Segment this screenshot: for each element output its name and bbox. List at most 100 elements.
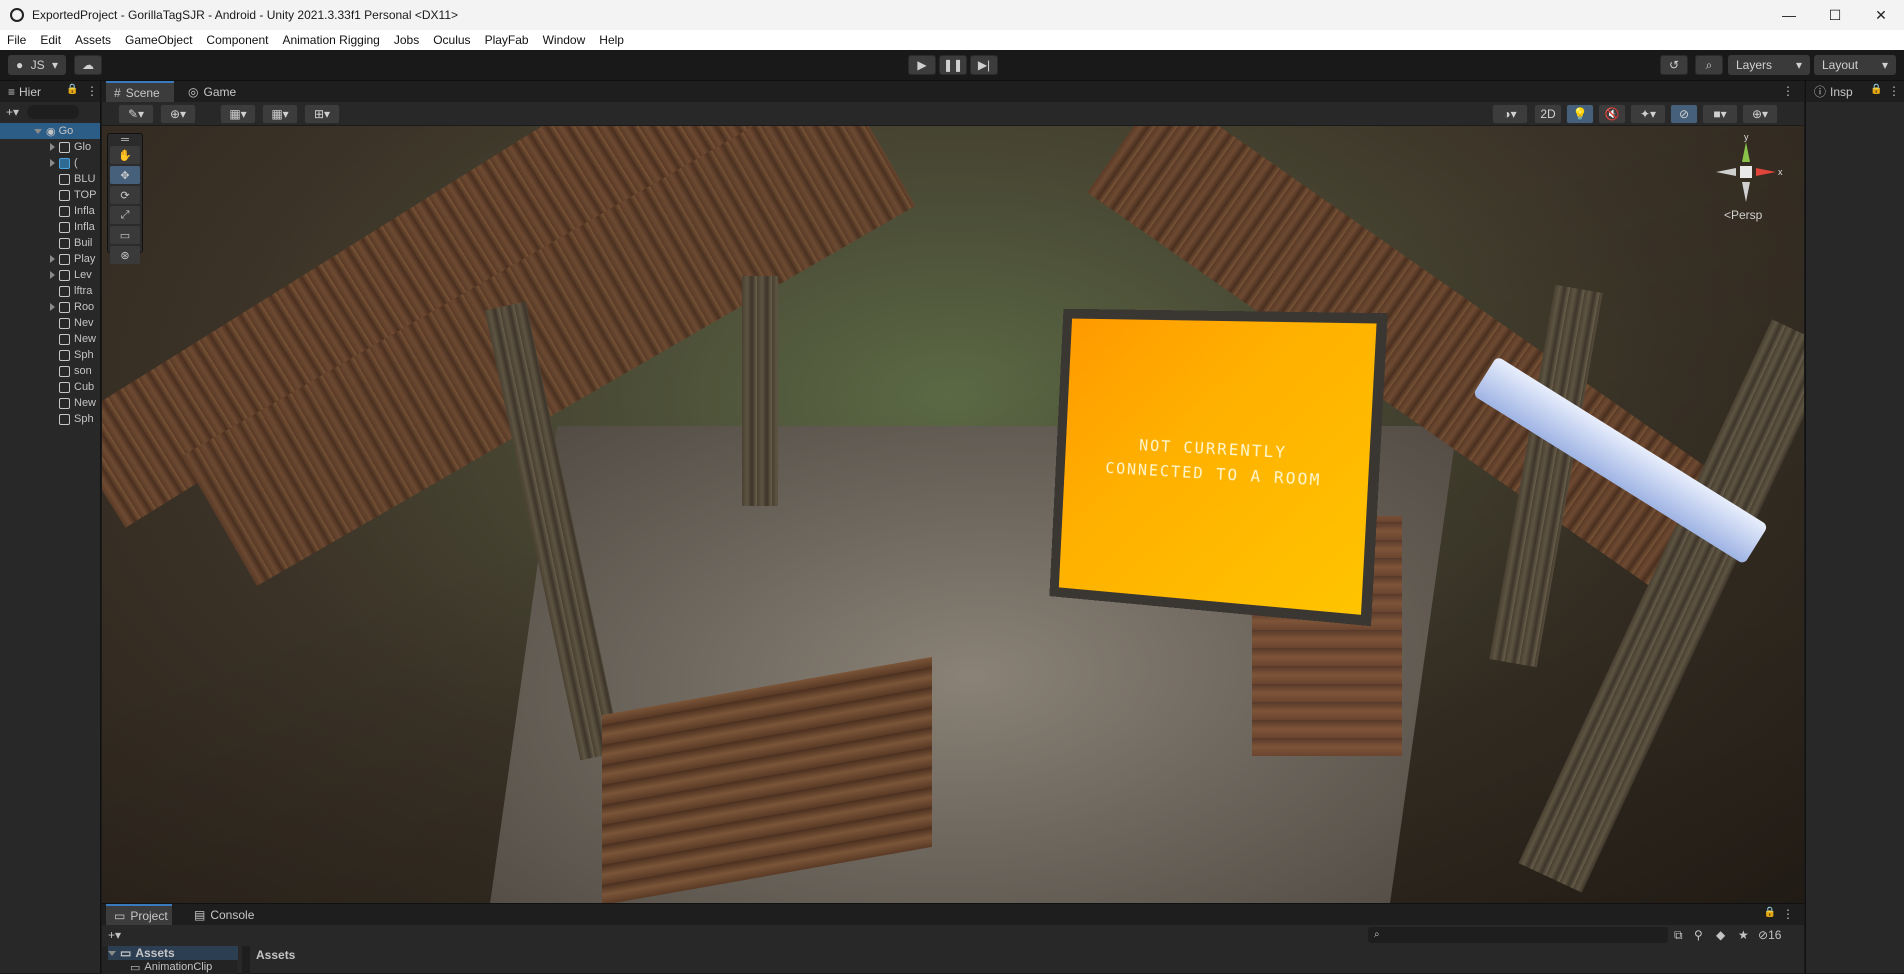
expand-icon[interactable]	[50, 303, 55, 311]
menu-jobs[interactable]: Jobs	[387, 30, 426, 50]
rect-tool-button[interactable]: ▭	[110, 226, 140, 244]
list-item[interactable]: Sph	[0, 347, 100, 363]
hand-tool-button[interactable]: ✋	[110, 146, 140, 164]
scene-root-row[interactable]: ◉ Go	[0, 123, 100, 139]
scene-visibility-toggle[interactable]: ⊘	[1670, 104, 1698, 124]
rotate-tool-button[interactable]: ⟳	[110, 186, 140, 204]
list-item[interactable]: Buil	[0, 235, 100, 251]
pause-button[interactable]: ❚❚	[939, 55, 967, 75]
menu-assets[interactable]: Assets	[68, 30, 118, 50]
hierarchy-search-input[interactable]	[27, 105, 80, 119]
tab-console[interactable]: ▤ Console	[186, 904, 266, 925]
menu-playfab[interactable]: PlayFab	[478, 30, 536, 50]
grid-snapping-button[interactable]: ▦▾	[220, 104, 256, 124]
history-button[interactable]: ↺	[1660, 55, 1688, 75]
breadcrumb[interactable]: Assets	[256, 948, 295, 962]
step-button[interactable]: ▶|	[970, 55, 998, 75]
gizmos-dropdown[interactable]: ⊕▾	[1742, 104, 1778, 124]
chevron-down-icon: ▾	[1795, 58, 1802, 72]
menu-component[interactable]: Component	[199, 30, 275, 50]
maximize-button[interactable]: ☐	[1812, 0, 1858, 30]
axis-gizmo-icon[interactable]: y x	[1706, 132, 1786, 212]
toggle-2d-button[interactable]: 2D	[1534, 104, 1562, 124]
scene-viewport[interactable]: NOT CURRENTLY CONNECTED TO A ROOM ═ ✋ ✥ …	[102, 126, 1804, 903]
list-item[interactable]: BLU	[0, 171, 100, 187]
tab-inspector[interactable]: ⓘ Insp	[1806, 81, 1864, 102]
list-item[interactable]: Cub	[0, 379, 100, 395]
grid-visibility-button[interactable]: ▦▾	[262, 104, 298, 124]
list-item[interactable]: Glo	[0, 139, 100, 155]
expand-icon[interactable]	[50, 159, 55, 167]
palette-handle[interactable]: ═	[110, 134, 140, 146]
transform-tool-button[interactable]: ⊛	[110, 246, 140, 264]
add-asset-button[interactable]: +▾	[108, 928, 121, 942]
more-menu-icon[interactable]: ⋮	[1782, 907, 1794, 921]
more-menu-icon[interactable]: ⋮	[1782, 84, 1794, 98]
effects-dropdown[interactable]: ✦▾	[1630, 104, 1666, 124]
increment-snap-button[interactable]: ⊞▾	[304, 104, 340, 124]
more-menu-icon[interactable]: ⋮	[1888, 84, 1900, 98]
expand-icon[interactable]	[50, 271, 55, 279]
list-item[interactable]: Lev	[0, 267, 100, 283]
draw-mode-dropdown[interactable]: ✎▾	[118, 104, 154, 124]
scale-tool-button[interactable]: ⤢	[110, 206, 140, 224]
menu-gameobject[interactable]: GameObject	[118, 30, 199, 50]
tab-scene[interactable]: # Scene	[106, 81, 174, 102]
shading-mode-dropdown[interactable]: ◑▾	[1492, 104, 1528, 124]
list-item[interactable]: son	[0, 363, 100, 379]
list-item[interactable]: Roo	[0, 299, 100, 315]
more-menu-icon[interactable]: ⋮	[86, 84, 98, 98]
camera-dropdown[interactable]: ■▾	[1702, 104, 1738, 124]
list-item[interactable]: Infla	[0, 219, 100, 235]
layout-dropdown[interactable]: Layout ▾	[1814, 55, 1896, 75]
list-item[interactable]: (	[0, 155, 100, 171]
menu-animation-rigging[interactable]: Animation Rigging	[275, 30, 386, 50]
list-item[interactable]: TOP	[0, 187, 100, 203]
list-item[interactable]: New	[0, 395, 100, 411]
label-icon[interactable]: ◆	[1716, 928, 1725, 942]
list-item[interactable]: Infla	[0, 203, 100, 219]
tab-game[interactable]: ◎ Game	[180, 81, 246, 102]
list-item[interactable]: lftra	[0, 283, 100, 299]
expand-icon[interactable]	[34, 128, 42, 134]
tab-hierarchy[interactable]: ≡ Hier	[0, 81, 64, 102]
layers-dropdown[interactable]: Layers ▾	[1728, 55, 1810, 75]
filter-icon[interactable]: ⚲	[1694, 928, 1703, 942]
orientation-gizmo[interactable]: y x <Persp	[1706, 132, 1786, 232]
projection-label[interactable]: <Persp	[1724, 208, 1762, 222]
minimize-button[interactable]: —	[1766, 0, 1812, 30]
global-toggle[interactable]: ⊕▾	[160, 104, 196, 124]
list-item[interactable]: Sph	[0, 411, 100, 427]
tree-scrollbar[interactable]	[242, 946, 250, 974]
list-item[interactable]: New	[0, 331, 100, 347]
cloud-button[interactable]: ☁	[74, 55, 102, 75]
add-icon[interactable]: +▾	[6, 105, 19, 119]
tree-item-assets[interactable]: ▭ Assets	[108, 946, 238, 960]
expand-icon[interactable]	[108, 950, 116, 956]
tree-item-animationclip[interactable]: ▭ AnimationClip	[130, 960, 212, 974]
account-dropdown[interactable]: ● JS ▾	[8, 55, 66, 75]
play-button[interactable]: ▶	[908, 55, 936, 75]
close-button[interactable]: ✕	[1858, 0, 1904, 30]
search-by-type-icon[interactable]: ⧉	[1674, 928, 1683, 943]
expand-icon[interactable]	[50, 143, 55, 151]
list-item[interactable]: Play	[0, 251, 100, 267]
lock-icon[interactable]: 🔒	[66, 84, 78, 95]
menu-edit[interactable]: Edit	[33, 30, 68, 50]
hidden-packages-toggle[interactable]: ⊘16	[1758, 928, 1781, 942]
lighting-toggle[interactable]: 💡	[1566, 104, 1594, 124]
lock-icon[interactable]: 🔒	[1870, 84, 1882, 95]
move-tool-button[interactable]: ✥	[110, 166, 140, 184]
menu-window[interactable]: Window	[536, 30, 593, 50]
search-button[interactable]: ⌕	[1695, 55, 1723, 75]
project-search-input[interactable]: ⌕	[1368, 927, 1668, 943]
menu-oculus[interactable]: Oculus	[426, 30, 477, 50]
list-item[interactable]: Nev	[0, 315, 100, 331]
expand-icon[interactable]	[50, 255, 55, 263]
favorite-star-icon[interactable]: ★	[1738, 928, 1749, 942]
menu-file[interactable]: File	[0, 30, 33, 50]
audio-toggle[interactable]: 🔇	[1598, 104, 1626, 124]
menu-help[interactable]: Help	[592, 30, 631, 50]
lock-icon[interactable]: 🔒	[1764, 907, 1776, 918]
tab-project[interactable]: ▭ Project	[106, 904, 172, 925]
